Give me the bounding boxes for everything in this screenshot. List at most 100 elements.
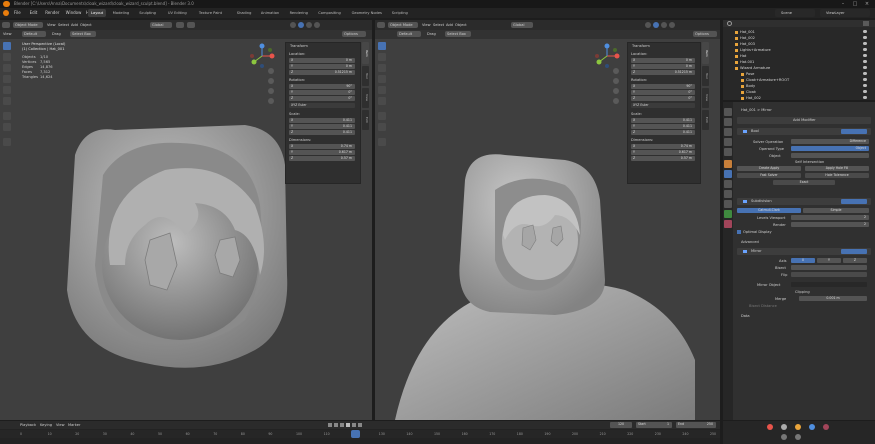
workspace-tab-rendering[interactable]: Rendering — [287, 9, 311, 17]
view-menu[interactable]: View — [56, 423, 65, 427]
world-icon[interactable] — [781, 424, 787, 430]
scale-x-field[interactable]: X 0.411 — [289, 118, 355, 123]
object-icon[interactable] — [795, 424, 801, 430]
jump-end-icon[interactable] — [358, 423, 362, 427]
simple-tab[interactable]: Simple — [803, 208, 869, 213]
subdivision-modifier-header[interactable]: Subdivision — [737, 198, 871, 205]
select-tool-icon[interactable] — [378, 42, 386, 50]
workspace-tab-shading[interactable]: Shading — [234, 9, 255, 17]
prev-keyframe-icon[interactable] — [334, 423, 338, 427]
scale-y-field[interactable]: Y 0.411 — [289, 124, 355, 129]
mirror-modifier-header[interactable]: Mirror — [737, 248, 871, 255]
modifier-icon[interactable] — [809, 424, 815, 430]
object-props-icon[interactable] — [724, 160, 732, 168]
viewport-left[interactable]: Object Mode View Select Add Object Globa… — [0, 20, 372, 420]
visibility-eye-icon[interactable] — [863, 78, 867, 81]
rotation-mode-select[interactable]: XYZ Euler — [289, 103, 355, 108]
mirror-axis-z[interactable]: Z — [843, 258, 867, 263]
add-cube-tool-icon[interactable] — [3, 138, 11, 146]
scene-props-icon[interactable] — [724, 138, 732, 146]
rendered-shading-icon[interactable] — [314, 22, 320, 28]
zoom-icon[interactable] — [613, 68, 619, 74]
add-menu[interactable]: Add — [446, 23, 453, 27]
navigation-gizmo[interactable] — [248, 42, 276, 70]
workspace-tab-uv-editing[interactable]: UV Editing — [165, 9, 190, 17]
shading-buttons[interactable] — [645, 22, 675, 28]
dimensions-x-field[interactable]: X 0.74 m — [289, 144, 355, 149]
solver-operation-field[interactable]: Difference — [791, 139, 869, 144]
transform-tool-icon[interactable] — [3, 97, 11, 105]
npanel-tab-tool[interactable]: Tool — [362, 66, 369, 86]
select-tool-icon[interactable] — [3, 42, 11, 50]
menu-edit[interactable]: Edit — [30, 10, 38, 15]
mode-select[interactable]: Object Mode — [13, 22, 43, 28]
filter-icon[interactable] — [863, 21, 869, 26]
camera-view-icon[interactable] — [268, 88, 274, 94]
modifier-visibility-icons[interactable] — [841, 129, 867, 134]
options-dropdown[interactable]: Options — [693, 31, 717, 37]
workspace-tab-modeling[interactable]: Modeling — [110, 9, 132, 17]
location-y-field[interactable]: Y0 m — [289, 64, 355, 69]
visibility-eye-icon[interactable] — [863, 84, 867, 87]
npanel-tab-edit[interactable]: Edit — [362, 110, 369, 130]
mirror-bisect-row[interactable] — [791, 265, 867, 270]
play-icon[interactable] — [346, 423, 350, 427]
material-icon[interactable] — [823, 424, 829, 430]
rotate-tool-icon[interactable] — [378, 75, 386, 83]
visibility-eye-icon[interactable] — [863, 96, 867, 99]
minimize-icon[interactable]: – — [838, 1, 848, 7]
scale-z-field[interactable]: Z 0.411 — [289, 130, 355, 135]
move-tool-icon[interactable] — [3, 64, 11, 72]
data-section[interactable]: Data — [741, 314, 750, 318]
search-icon[interactable] — [727, 21, 732, 26]
world-props-icon[interactable] — [724, 148, 732, 156]
next-keyframe-icon[interactable] — [352, 423, 356, 427]
maximize-icon[interactable]: □ — [850, 1, 860, 7]
location-z-field[interactable]: Z 0.51215 m — [289, 70, 355, 75]
npanel-tab-edit[interactable]: Edit — [702, 110, 709, 130]
ortho-toggle-icon[interactable] — [268, 98, 274, 104]
close-icon[interactable]: × — [862, 1, 872, 7]
scale-y-field[interactable]: Y 0.411 — [631, 124, 695, 129]
mode-select[interactable]: Object Mode — [388, 22, 418, 28]
rendered-shading-icon[interactable] — [669, 22, 675, 28]
move-tool-icon[interactable] — [378, 64, 386, 72]
levels-viewport-field[interactable]: 2 — [791, 215, 869, 220]
add-modifier-button[interactable]: Add Modifier — [737, 117, 871, 124]
orientation-select[interactable]: Global — [150, 22, 172, 28]
orientation-select[interactable]: Global — [511, 22, 533, 28]
rotate-tool-icon[interactable] — [3, 75, 11, 83]
workspace-tab-texture-paint[interactable]: Texture Paint — [196, 9, 225, 17]
pan-hand-icon[interactable] — [268, 78, 274, 84]
rotation-y-field[interactable]: Y 0° — [631, 90, 695, 95]
output-props-icon[interactable] — [724, 128, 732, 136]
shading-buttons[interactable] — [290, 22, 320, 28]
mirror-object-field[interactable] — [791, 282, 867, 287]
annotate-tool-icon[interactable] — [378, 112, 386, 120]
editor-type-button[interactable] — [2, 22, 10, 28]
render-levels-field[interactable]: 2 — [791, 222, 869, 227]
apply-hole-fill-button[interactable]: Apply Hole Fill — [805, 166, 869, 171]
visibility-eye-icon[interactable] — [863, 72, 867, 75]
scale-tool-icon[interactable] — [378, 86, 386, 94]
create-apply-button[interactable]: Create Apply — [737, 166, 801, 171]
visibility-eye-icon[interactable] — [863, 36, 867, 39]
output-icon[interactable] — [795, 434, 801, 440]
catmull-clark-tab[interactable]: Catmull-Clark — [737, 208, 801, 213]
transform-pivot-select[interactable]: Default — [397, 31, 421, 37]
properties-editor[interactable]: Hat_001 > Mirror Add Modifier Bool Solve… — [723, 102, 875, 420]
dimensions-z-field[interactable]: Z 0.57 m — [631, 156, 695, 161]
keying-menu[interactable]: Keying — [40, 423, 52, 427]
add-cube-tool-icon[interactable] — [378, 138, 386, 146]
camera-view-icon[interactable] — [613, 88, 619, 94]
mirror-axis-x[interactable]: X — [791, 258, 815, 263]
dimensions-z-field[interactable]: Z 0.57 m — [289, 156, 355, 161]
blender-menu-icon[interactable] — [3, 10, 9, 16]
options-dropdown[interactable]: Options — [342, 31, 366, 37]
menu-window[interactable]: Window — [66, 10, 82, 15]
location-y-field[interactable]: Y0 m — [631, 64, 695, 69]
start-frame-field[interactable]: Start 1 — [636, 422, 672, 428]
dimensions-y-field[interactable]: Y 0.617 m — [631, 150, 695, 155]
constraints-props-icon[interactable] — [724, 200, 732, 208]
clipping-checkbox[interactable]: Clipping — [795, 290, 810, 294]
